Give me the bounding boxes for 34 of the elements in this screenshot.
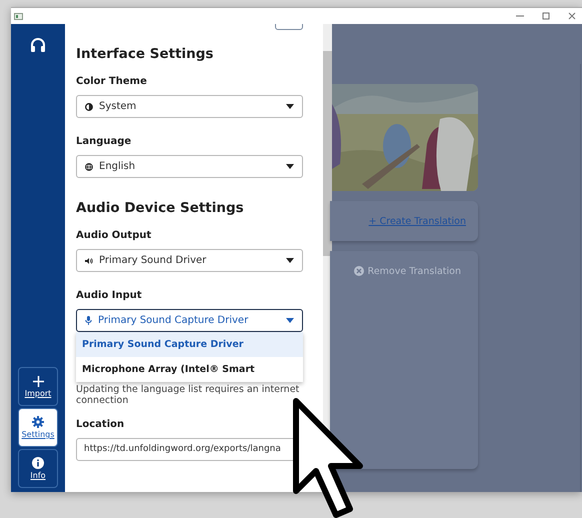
close-icon xyxy=(354,266,364,276)
field-label: Language xyxy=(76,136,132,147)
caret-icon xyxy=(286,164,294,169)
plus-icon xyxy=(32,376,44,386)
contrast-icon xyxy=(85,102,93,110)
sidebar-item[interactable]: Info xyxy=(18,449,58,488)
dropdown[interactable]: Primary Sound Capture Driver xyxy=(76,309,303,332)
help-text: Updating the language list requires an internet connection xyxy=(76,384,300,407)
info-icon xyxy=(32,457,44,469)
app-icon xyxy=(14,12,23,20)
dropdown[interactable]: Primary Sound Driver xyxy=(76,249,303,272)
scrollbar-thumb[interactable] xyxy=(323,51,332,256)
close-icon[interactable] xyxy=(568,12,576,20)
caret-icon xyxy=(286,318,294,323)
dropdown[interactable]: English xyxy=(76,155,303,178)
caret-icon xyxy=(286,104,294,109)
field-label: Color Theme xyxy=(76,76,148,87)
caret-icon xyxy=(286,258,294,263)
field-label: Location xyxy=(76,418,126,430)
globe-icon xyxy=(85,162,93,170)
headset-icon[interactable] xyxy=(29,36,47,54)
section-heading: Interface Settings xyxy=(76,46,214,62)
dropdown[interactable]: System xyxy=(76,95,303,118)
menu-option[interactable]: Primary Sound Capture Driver xyxy=(76,332,303,357)
field-label: Audio Input xyxy=(76,290,143,301)
section-heading: Audio Device Settings xyxy=(76,200,245,216)
speaker-icon xyxy=(85,256,93,264)
sidebar-item[interactable]: Settings xyxy=(18,408,58,447)
settings-icon xyxy=(32,416,44,428)
maximize-icon[interactable] xyxy=(542,12,550,20)
menu-option[interactable]: Microphone Array (Intel® Smart xyxy=(76,357,303,382)
field-label: Audio Output xyxy=(76,230,152,241)
microphone-icon xyxy=(85,316,92,325)
sidebar-item[interactable]: Import xyxy=(18,367,58,406)
